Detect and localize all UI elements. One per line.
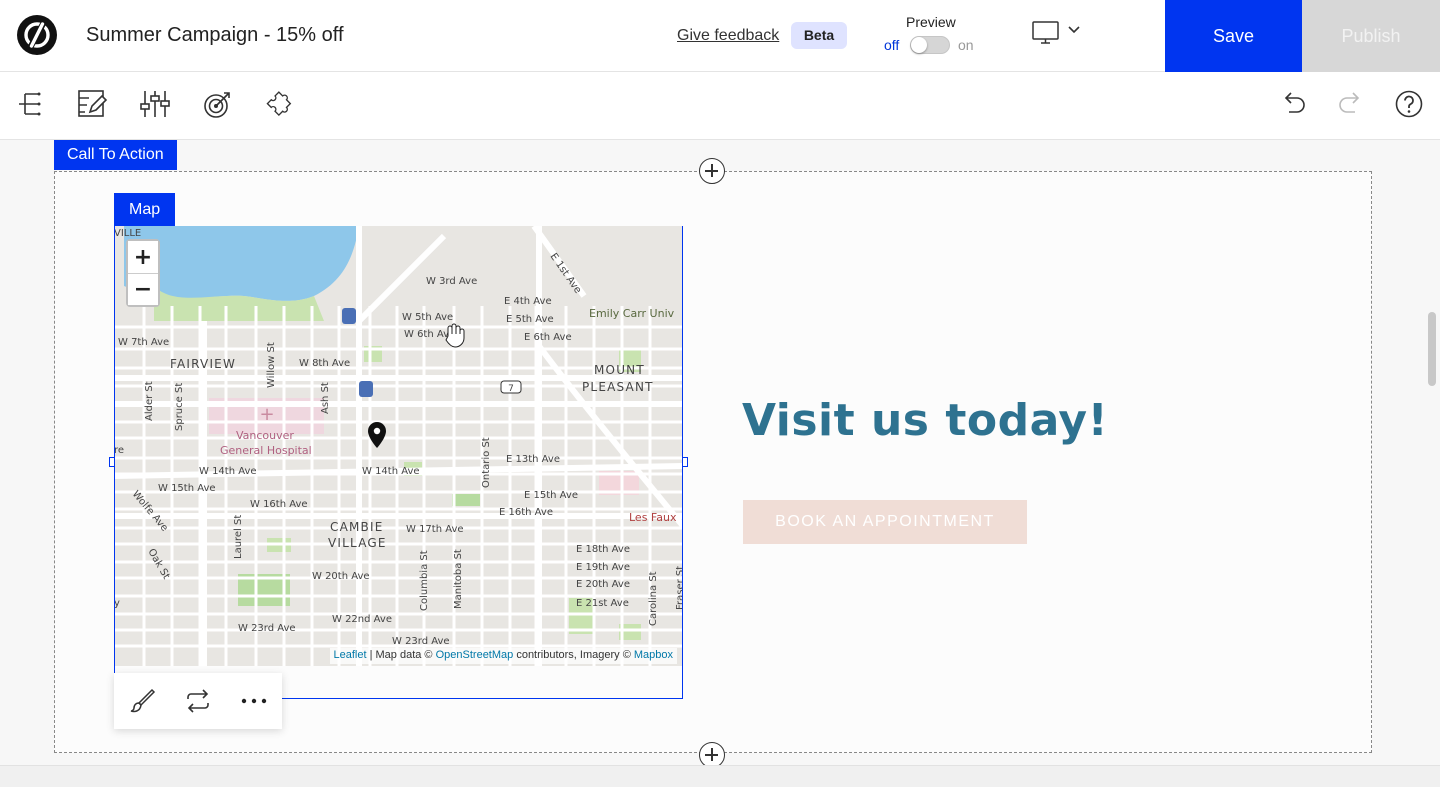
street-label: Ontario St — [481, 437, 492, 488]
desktop-icon — [1032, 21, 1080, 44]
map-label-village: VILLAGE — [328, 536, 387, 550]
street-label: Fraser St — [675, 566, 683, 610]
street-label: W 17th Ave — [406, 524, 464, 535]
attribution-text-1: Map data © — [375, 649, 436, 661]
puzzle-icon[interactable] — [264, 88, 296, 120]
preview-off-label: off — [884, 37, 900, 53]
edit-layout-icon[interactable] — [76, 88, 108, 120]
resize-handle-left[interactable] — [109, 457, 115, 467]
top-bar: Summer Campaign - 15% off Give feedback … — [0, 0, 1440, 72]
page-title[interactable]: Summer Campaign - 15% off — [86, 24, 344, 47]
undo-icon[interactable] — [1278, 88, 1310, 120]
street-label: E 16th Ave — [499, 507, 553, 518]
sliders-icon[interactable] — [139, 88, 171, 120]
street-label: E 18th Ave — [576, 544, 630, 555]
element-context-menu — [114, 673, 282, 729]
give-feedback-link[interactable]: Give feedback — [677, 27, 779, 45]
editor-toolbar — [0, 72, 1440, 140]
street-label: W 15th Ave — [158, 483, 216, 494]
map-label-pleasant: PLEASANT — [582, 380, 654, 394]
street-label: Spruce St — [174, 383, 185, 431]
street-label: W 23rd Ave — [392, 636, 450, 647]
headline[interactable]: Visit us today! — [742, 395, 1108, 446]
street-label: E 4th Ave — [504, 296, 552, 307]
attribution-separator: | — [366, 649, 376, 661]
street-label: W 22nd Ave — [332, 614, 392, 625]
street-label: E 13th Ave — [506, 454, 560, 465]
swap-icon[interactable] — [184, 687, 212, 715]
map-attribution: Leaflet | Map data © OpenStreetMap contr… — [329, 648, 677, 664]
street-label: W 8th Ave — [299, 358, 350, 369]
section-tag[interactable]: Call To Action — [54, 140, 177, 170]
bottom-strip — [0, 765, 1440, 787]
canvas-scrollbar[interactable] — [1428, 312, 1436, 386]
unbounce-logo-icon[interactable] — [17, 15, 57, 55]
map-label-emily-carr: Emily Carr Univ — [589, 307, 675, 320]
mapbox-link[interactable]: Mapbox — [634, 649, 673, 661]
map-tag[interactable]: Map — [114, 193, 176, 226]
target-icon[interactable] — [202, 88, 234, 120]
street-label: Ash St — [320, 382, 331, 414]
street-label: W 7th Ave — [118, 337, 169, 348]
map-label-re: re — [114, 445, 124, 456]
street-label: Alder St — [144, 381, 155, 421]
street-label: Willow St — [266, 342, 277, 388]
map-label-mount: MOUNT — [594, 363, 645, 377]
book-appointment-button[interactable]: BOOK AN APPOINTMENT — [743, 500, 1027, 544]
street-label: W 5th Ave — [402, 312, 453, 323]
map-label-les-faux: Les Faux — [629, 511, 677, 524]
street-label: E 15th Ave — [524, 490, 578, 501]
brush-icon[interactable] — [128, 687, 156, 715]
street-label: W 16th Ave — [250, 499, 308, 510]
map-label-y: y — [114, 598, 120, 609]
toggle-knob — [911, 37, 927, 53]
device-selector[interactable] — [1030, 20, 1086, 51]
street-label: Columbia St — [419, 550, 430, 611]
street-label: E 21st Ave — [576, 598, 629, 609]
zoom-out-button[interactable]: − — [128, 273, 158, 305]
add-section-above-button[interactable] — [699, 158, 725, 184]
street-label: W 23rd Ave — [238, 623, 296, 634]
redo-icon[interactable] — [1334, 88, 1366, 120]
map-tiles[interactable]: 7 + FAIRVIEW MOUNT PLEASANT CAMBIE VILLA… — [114, 226, 683, 666]
preview-label: Preview — [906, 14, 956, 30]
attribution-text-2: contributors, Imagery © — [513, 649, 634, 661]
zoom-in-button[interactable]: + — [128, 241, 158, 273]
street-label: Carolina St — [648, 571, 659, 626]
map-zoom-control: + − — [126, 239, 160, 307]
map-widget[interactable]: 7 + FAIRVIEW MOUNT PLEASANT CAMBIE VILLA… — [114, 226, 683, 666]
street-label: Laurel St — [233, 515, 244, 559]
publish-button[interactable]: Publish — [1302, 0, 1440, 72]
leaflet-link[interactable]: Leaflet — [334, 649, 367, 661]
street-label: W 20th Ave — [312, 571, 370, 582]
save-button[interactable]: Save — [1165, 0, 1302, 72]
street-label: W 14th Ave — [362, 466, 420, 477]
preview-on-label: on — [958, 37, 974, 53]
more-options-icon[interactable] — [240, 687, 268, 715]
beta-badge: Beta — [791, 22, 847, 49]
editor-canvas: Call To Action Map 7 + FAIRVIEW MOUNT PL… — [0, 140, 1440, 787]
map-label-fairview: FAIRVIEW — [170, 357, 236, 371]
map-label-ville: VILLE — [114, 228, 141, 239]
highway-label: 7 — [508, 384, 514, 394]
tree-icon[interactable] — [14, 88, 46, 120]
street-label: Manitoba St — [453, 549, 464, 609]
preview-toggle[interactable] — [910, 36, 950, 54]
map-label-hospital-2: General Hospital — [220, 444, 312, 457]
map-label-hospital-1: Vancouver — [236, 429, 294, 442]
street-label: E 6th Ave — [524, 332, 572, 343]
map-label-cambie: CAMBIE — [330, 520, 384, 534]
openstreetmap-link[interactable]: OpenStreetMap — [436, 649, 514, 661]
help-icon[interactable] — [1393, 88, 1425, 120]
street-label: E 20th Ave — [576, 579, 630, 590]
street-label: W 3rd Ave — [426, 276, 477, 287]
street-label: W 14th Ave — [199, 466, 257, 477]
svg-text:+: + — [259, 404, 274, 425]
street-label: E 5th Ave — [506, 314, 554, 325]
resize-handle-right[interactable] — [682, 457, 688, 467]
street-label: E 19th Ave — [576, 562, 630, 573]
